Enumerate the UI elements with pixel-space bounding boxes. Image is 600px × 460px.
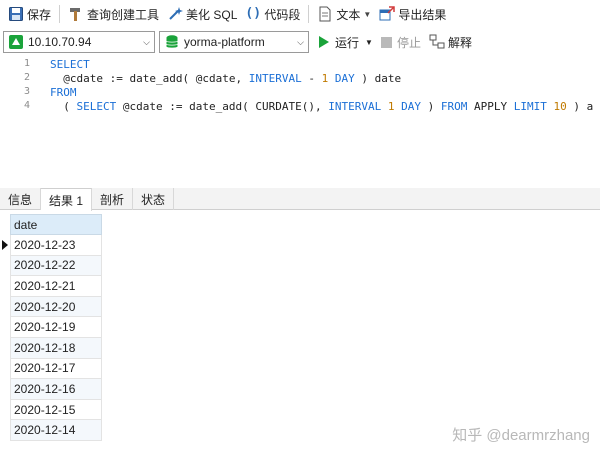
table-row[interactable]: 2020-12-15 — [10, 399, 102, 421]
explain-button[interactable]: 解释 — [425, 31, 476, 53]
code-line: FROM — [50, 86, 77, 99]
code-line: ( SELECT @cdate := date_add( CURDATE(), … — [63, 100, 594, 113]
connection-icon — [8, 34, 24, 50]
line-number: 4 — [23, 100, 30, 111]
host-select[interactable]: 10.10.70.94 ⌵ — [3, 31, 155, 53]
line-number: 3 — [23, 86, 30, 97]
run-button[interactable]: 运行 ▼ — [315, 31, 377, 53]
hammer-icon — [68, 6, 84, 22]
text-mode-button[interactable]: 文本 ▼ — [313, 3, 375, 25]
database-select[interactable]: yorma-platform ⌵ — [159, 31, 309, 53]
table-row[interactable]: 2020-12-22 — [10, 255, 102, 277]
line-number-gutter: 1 2 3 4 — [0, 56, 36, 186]
code-snippet-label: 代码段 — [264, 7, 301, 22]
database-value: yorma-platform — [184, 35, 265, 49]
table-row[interactable]: 2020-12-18 — [10, 338, 102, 359]
tab-info[interactable]: 信息 — [0, 188, 42, 210]
stop-icon — [380, 36, 392, 48]
result-tabs: 信息 结果 1 剖析 状态 — [0, 188, 600, 211]
table-row[interactable]: 2020-12-14 — [10, 420, 102, 441]
export-results-label: 导出结果 — [398, 7, 447, 22]
table-row[interactable]: 2020-12-16 — [10, 379, 102, 400]
text-mode-label: 文本 — [336, 7, 361, 22]
column-header-date[interactable]: date — [10, 214, 102, 235]
toolbar-divider — [59, 5, 61, 23]
run-label: 运行 — [335, 35, 360, 50]
beautify-sql-label: 美化 SQL — [186, 7, 238, 22]
table-row[interactable]: 2020-12-23 — [10, 235, 102, 256]
chevron-down-icon[interactable]: ▼ — [363, 10, 371, 19]
explain-label: 解释 — [447, 35, 472, 50]
sql-editor[interactable]: 1 2 3 4 SELECT @cdate := date_add( @cdat… — [0, 56, 600, 186]
stop-button[interactable]: 停止 — [377, 31, 425, 53]
stop-label: 停止 — [396, 35, 421, 50]
code-snippet-button[interactable]: () 代码段 — [241, 3, 304, 25]
table-row[interactable]: 2020-12-19 — [10, 317, 102, 338]
tab-status[interactable]: 状态 — [133, 188, 175, 210]
toolbar-divider — [308, 5, 310, 23]
export-results-button[interactable]: 导出结果 — [375, 3, 450, 25]
watermark: 知乎 @dearmrzhang — [452, 427, 590, 444]
table-row[interactable]: 2020-12-21 — [10, 276, 102, 297]
save-label: 保存 — [27, 7, 52, 22]
chevron-down-icon: ⌵ — [143, 36, 150, 47]
save-icon — [8, 6, 24, 22]
query-builder-button[interactable]: 查询创建工具 — [64, 3, 163, 25]
tab-profile[interactable]: 剖析 — [92, 188, 134, 210]
current-row-marker — [2, 240, 8, 250]
query-builder-label: 查询创建工具 — [87, 7, 160, 22]
line-number: 1 — [23, 58, 30, 69]
tab-result-1[interactable]: 结果 1 — [41, 188, 93, 211]
database-icon — [164, 34, 180, 50]
export-icon — [379, 6, 396, 22]
code-line: @cdate := date_add( @cdate, INTERVAL - 1… — [63, 72, 402, 85]
play-icon — [319, 36, 329, 48]
save-button[interactable]: 保存 — [4, 3, 55, 25]
chevron-down-icon: ⌵ — [297, 36, 304, 47]
host-value: 10.10.70.94 — [28, 35, 92, 49]
connection-bar: 10.10.70.94 ⌵ yorma-platform ⌵ 运行 ▼ 停止 解… — [0, 29, 600, 55]
main-toolbar: 保存 查询创建工具 美化 SQL () 代码段 文本 ▼ 导出结果 — [0, 0, 600, 28]
table-row[interactable]: 2020-12-17 — [10, 358, 102, 380]
explain-icon — [429, 34, 445, 50]
braces-icon: () — [245, 6, 262, 21]
code-line: SELECT — [50, 58, 90, 71]
beautify-sql-button[interactable]: 美化 SQL — [163, 3, 241, 25]
table-row[interactable]: 2020-12-20 — [10, 296, 102, 318]
document-icon — [317, 6, 333, 22]
chevron-down-icon[interactable]: ▼ — [365, 38, 373, 47]
line-number: 2 — [23, 72, 30, 83]
magic-wand-icon — [167, 6, 184, 22]
